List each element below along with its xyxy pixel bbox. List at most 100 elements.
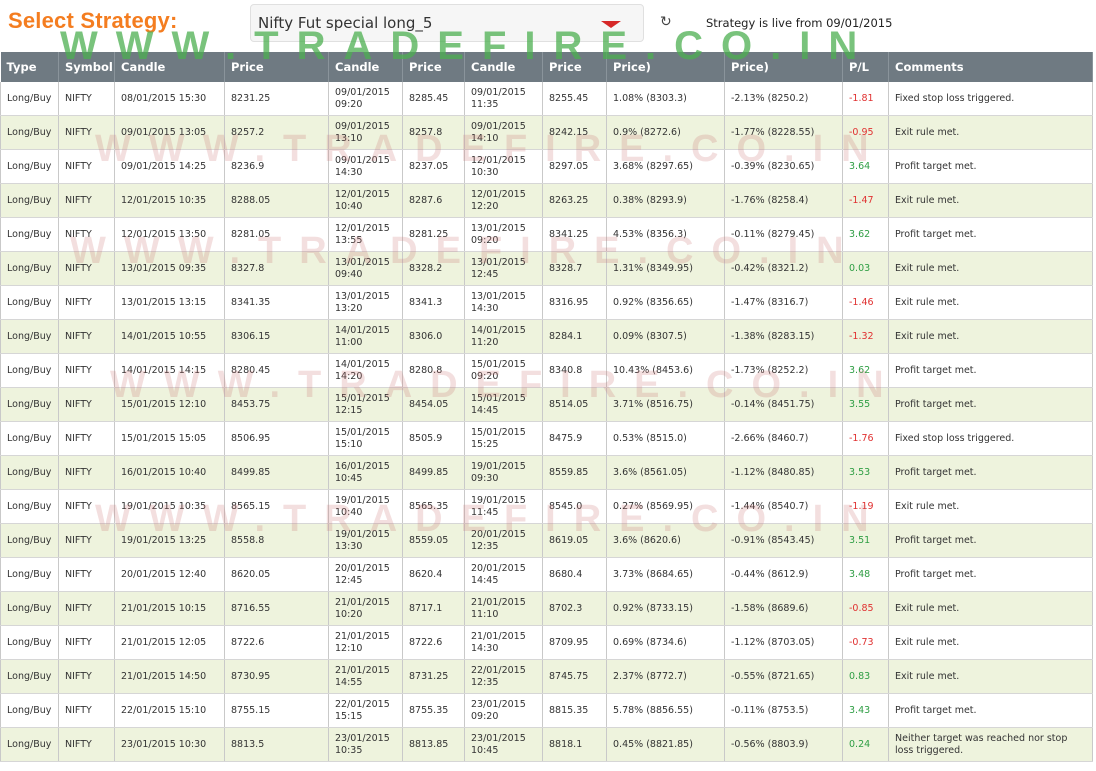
signal-candle-cell: 12/01/2015 10:35 <box>114 183 225 218</box>
exit-candle-cell: 13/01/2015 14:30 <box>464 285 543 320</box>
signal-candle-cell: 14/01/2015 14:15 <box>114 353 225 388</box>
table-row: Long/Buy NIFTY 13/01/2015 13:15 8341.35 13/0… <box>0 285 1093 320</box>
entry-time: 14:20 <box>335 370 363 382</box>
table-row: Long/Buy NIFTY 08/01/2015 15:30 8231.25 09/0… <box>0 82 1093 116</box>
entry-price-cell: 8499.85 <box>402 455 465 490</box>
column-header: Candle <box>464 52 543 82</box>
exit-price-cell: 8255.45 <box>542 82 607 116</box>
signal-candle-cell: 14/01/2015 10:55 <box>114 319 225 354</box>
signal-candle-cell: 12/01/2015 13:50 <box>114 217 225 252</box>
exit-time: 12:20 <box>471 200 499 212</box>
signal-candle-cell: 15/01/2015 15:05 <box>114 421 225 456</box>
exit-date: 23/01/2015 <box>471 698 526 710</box>
max-gain-cell: 0.45% (8821.85) <box>606 727 725 762</box>
exit-candle-cell: 14/01/2015 11:20 <box>464 319 543 354</box>
table-row: Long/Buy NIFTY 12/01/2015 13:50 8281.05 12/0… <box>0 217 1093 252</box>
exit-price-cell: 8619.05 <box>542 523 607 558</box>
column-header: Price <box>402 52 465 82</box>
table-row: Long/Buy NIFTY 21/01/2015 14:50 8730.95 21/0… <box>0 659 1093 694</box>
trades-table: Type Symbol Candle Price Candle Price Candle Pr… <box>0 52 1093 762</box>
exit-date: 12/01/2015 <box>471 188 526 200</box>
pl-cell: -1.32 <box>842 319 889 354</box>
max-gain-cell: 3.6% (8561.05) <box>606 455 725 490</box>
signal-price-cell: 8306.15 <box>224 319 329 354</box>
exit-candle-cell: 12/01/2015 10:30 <box>464 149 543 184</box>
exit-candle-cell: 19/01/2015 11:45 <box>464 489 543 524</box>
signal-price-cell: 8341.35 <box>224 285 329 320</box>
entry-date: 21/01/2015 <box>335 596 390 608</box>
column-header-bottom: Candle <box>335 60 380 74</box>
exit-date: 19/01/2015 <box>471 460 526 472</box>
exit-price-cell: 8297.05 <box>542 149 607 184</box>
column-header-bottom: Candle <box>471 60 516 74</box>
exit-time: 12:35 <box>471 540 499 552</box>
signal-price-cell: 8236.9 <box>224 149 329 184</box>
exit-price-cell: 8815.35 <box>542 693 607 728</box>
entry-price-cell: 8620.4 <box>402 557 465 592</box>
pl-cell: -1.46 <box>842 285 889 320</box>
entry-price-cell: 8505.9 <box>402 421 465 456</box>
comment-cell: Profit target met. <box>888 353 1093 388</box>
exit-time: 14:45 <box>471 404 499 416</box>
signal-candle-cell: 13/01/2015 09:35 <box>114 251 225 286</box>
entry-date: 09/01/2015 <box>335 86 390 98</box>
entry-date: 21/01/2015 <box>335 630 390 642</box>
pl-cell: -0.95 <box>842 115 889 150</box>
exit-date: 22/01/2015 <box>471 664 526 676</box>
entry-time: 13:20 <box>335 302 363 314</box>
max-loss-cell: -0.42% (8321.2) <box>724 251 843 286</box>
refresh-icon[interactable]: ↻ <box>660 14 672 30</box>
exit-candle-cell: 15/01/2015 14:45 <box>464 387 543 422</box>
pl-cell: 3.43 <box>842 693 889 728</box>
max-gain-cell: 2.37% (8772.7) <box>606 659 725 694</box>
column-header: Symbol <box>58 52 115 82</box>
column-header-bottom: Price) <box>731 60 769 74</box>
max-loss-cell: -1.58% (8689.6) <box>724 591 843 626</box>
signal-candle-cell: 08/01/2015 15:30 <box>114 82 225 116</box>
exit-time: 09:30 <box>471 472 499 484</box>
entry-candle-cell: 21/01/2015 10:20 <box>328 591 403 626</box>
exit-time: 14:30 <box>471 642 499 654</box>
comment-cell: Exit rule met. <box>888 659 1093 694</box>
comment-cell: Profit target met. <box>888 523 1093 558</box>
signal-price-cell: 8327.8 <box>224 251 329 286</box>
exit-candle-cell: 20/01/2015 12:35 <box>464 523 543 558</box>
signal-price-cell: 8453.75 <box>224 387 329 422</box>
comment-cell: Profit target met. <box>888 557 1093 592</box>
max-loss-cell: -2.13% (8250.2) <box>724 82 843 116</box>
exit-time: 09:20 <box>471 234 499 246</box>
column-header-top: Type <box>6 60 37 74</box>
exit-time: 10:45 <box>471 744 499 756</box>
type-cell: Long/Buy <box>0 421 59 456</box>
entry-candle-cell: 12/01/2015 13:55 <box>328 217 403 252</box>
exit-date: 19/01/2015 <box>471 494 526 506</box>
entry-price-cell: 8280.8 <box>402 353 465 388</box>
max-gain-cell: 3.6% (8620.6) <box>606 523 725 558</box>
entry-time: 12:10 <box>335 642 363 654</box>
comment-cell: Exit rule met. <box>888 115 1093 150</box>
comment-cell: Exit rule met. <box>888 489 1093 524</box>
column-header: P/L <box>842 52 889 82</box>
exit-date: 20/01/2015 <box>471 528 526 540</box>
type-cell: Long/Buy <box>0 183 59 218</box>
table-row: Long/Buy NIFTY 20/01/2015 12:40 8620.05 20/0… <box>0 557 1093 592</box>
pl-cell: 3.51 <box>842 523 889 558</box>
signal-price-cell: 8565.15 <box>224 489 329 524</box>
comment-cell: Fixed stop loss triggered. <box>888 82 1093 116</box>
symbol-cell: NIFTY <box>58 421 115 456</box>
chevron-down-icon[interactable] <box>601 21 621 28</box>
max-loss-cell: -1.12% (8703.05) <box>724 625 843 660</box>
type-cell: Long/Buy <box>0 727 59 762</box>
max-gain-cell: 0.27% (8569.95) <box>606 489 725 524</box>
signal-candle-cell: 16/01/2015 10:40 <box>114 455 225 490</box>
signal-price-cell: 8499.85 <box>224 455 329 490</box>
entry-candle-cell: 15/01/2015 15:10 <box>328 421 403 456</box>
column-header: Price <box>224 52 329 82</box>
exit-candle-cell: 15/01/2015 09:20 <box>464 353 543 388</box>
exit-date: 09/01/2015 <box>471 86 526 98</box>
max-gain-cell: 5.78% (8856.55) <box>606 693 725 728</box>
exit-time: 14:45 <box>471 574 499 586</box>
max-gain-cell: 0.92% (8356.65) <box>606 285 725 320</box>
strategy-dropdown[interactable]: Nifty Fut special long_5 <box>250 4 644 42</box>
signal-candle-cell: 09/01/2015 13:05 <box>114 115 225 150</box>
